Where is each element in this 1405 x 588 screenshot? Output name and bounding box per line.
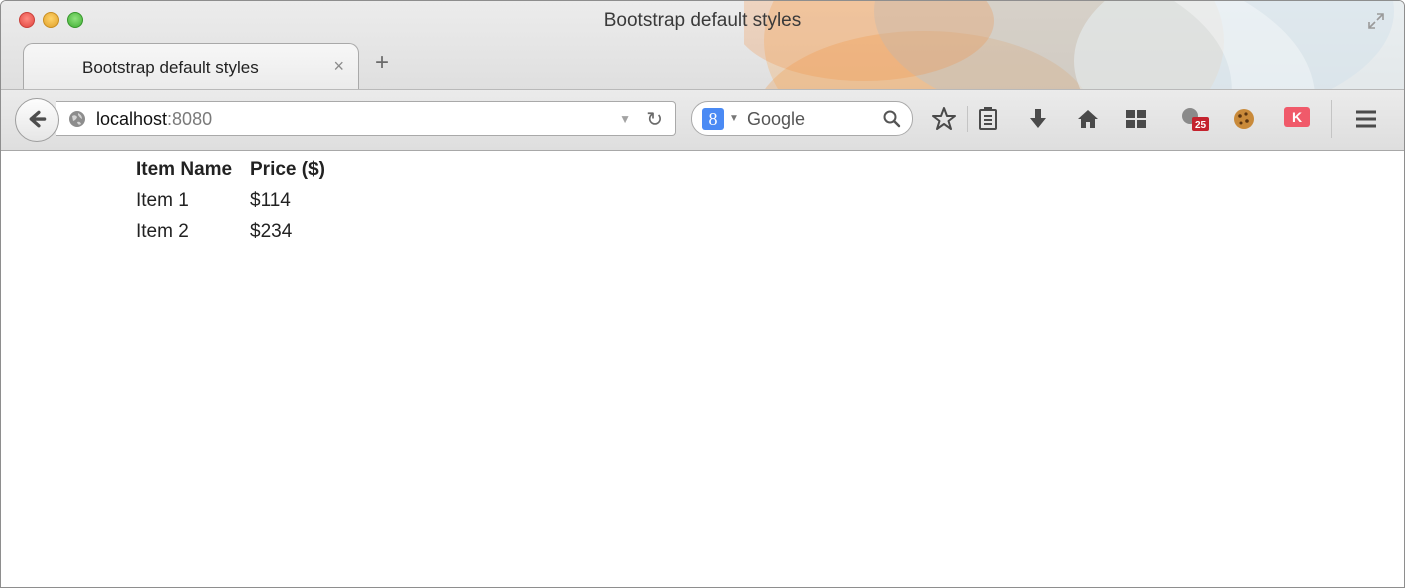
new-tab-button[interactable]: +: [375, 51, 389, 75]
item-price-cell: $234: [250, 220, 293, 242]
search-bar[interactable]: 8 ▼ Google: [691, 101, 913, 136]
calendar-extension-icon[interactable]: 25: [1179, 106, 1213, 132]
search-input[interactable]: Google: [747, 109, 805, 130]
item-name-cell: Item 1: [136, 189, 189, 211]
engine-dropdown-icon[interactable]: ▼: [729, 113, 739, 124]
url-port: :8080: [167, 109, 213, 129]
url-text[interactable]: localhost:8080: [96, 109, 212, 130]
reload-icon[interactable]: ↻: [646, 107, 663, 132]
google-engine-icon[interactable]: 8: [702, 108, 724, 130]
tab-strip: Bootstrap default styles × +: [1, 41, 1404, 89]
globe-icon[interactable]: [68, 110, 86, 128]
search-icon[interactable]: [882, 109, 902, 129]
title-bar: Bootstrap default styles: [1, 1, 1404, 41]
back-button[interactable]: [15, 98, 59, 142]
tab-bootstrap-default-styles[interactable]: Bootstrap default styles ×: [23, 43, 359, 89]
cookie-extension-icon[interactable]: [1231, 106, 1257, 132]
url-host: localhost: [96, 109, 168, 129]
toolbar-separator: [1331, 100, 1332, 138]
back-arrow-icon: [29, 110, 47, 128]
item-price-cell: $114: [250, 189, 291, 211]
table-header-row: Item Name Price ($): [136, 155, 325, 185]
apps-grid-icon[interactable]: [1123, 106, 1149, 132]
navigation-toolbar: localhost:8080 ▼ ↻ 8 ▼ Google 25 K: [1, 89, 1404, 150]
home-icon[interactable]: [1075, 106, 1101, 132]
tab-label: Bootstrap default styles: [82, 58, 259, 77]
window-title: Bootstrap default styles: [603, 10, 802, 31]
url-bar[interactable]: localhost:8080 ▼ ↻: [56, 101, 676, 136]
tab-close-icon[interactable]: ×: [333, 56, 344, 77]
menu-icon[interactable]: [1353, 106, 1379, 132]
star-icon[interactable]: [931, 106, 957, 132]
calendar-badge: 25: [1195, 120, 1207, 131]
k-extension-icon[interactable]: K: [1284, 107, 1310, 127]
page-content: Item Name Price ($) Item 1 $114 Item 2 $…: [1, 151, 1404, 587]
items-table: Item Name Price ($) Item 1 $114 Item 2 $…: [136, 155, 325, 247]
column-header-item-name: Item Name: [136, 159, 233, 180]
browser-window: Bootstrap default styles Bootstrap defau…: [0, 0, 1405, 588]
toolbar-separator: [967, 106, 968, 132]
browser-chrome: Bootstrap default styles Bootstrap defau…: [1, 1, 1404, 151]
url-dropdown-icon[interactable]: ▼: [619, 112, 631, 126]
reading-list-icon[interactable]: [975, 106, 1001, 132]
table-row: Item 1 $114: [136, 185, 325, 216]
item-name-cell: Item 2: [136, 220, 189, 242]
table-row: Item 2 $234: [136, 216, 325, 247]
column-header-price: Price ($): [250, 159, 325, 180]
fullscreen-icon[interactable]: [1366, 11, 1386, 31]
download-icon[interactable]: [1025, 106, 1051, 132]
